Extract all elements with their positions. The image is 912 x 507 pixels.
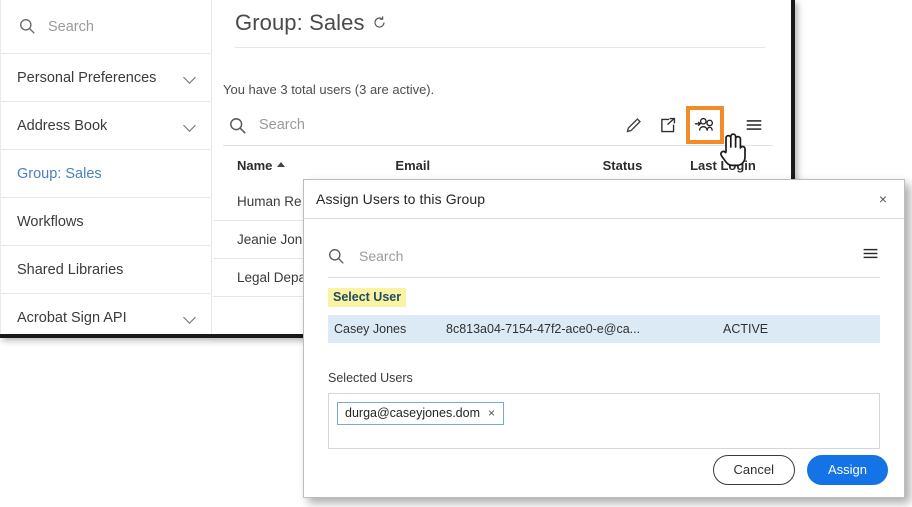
selected-users-field[interactable]: durga@caseyjones.dom × <box>328 393 880 449</box>
page-title-text: Group: Sales <box>235 10 365 35</box>
cancel-button[interactable]: Cancel <box>712 455 795 485</box>
dialog-body: Search Select User Casey Jones 8c813a04-… <box>304 235 904 449</box>
chevron-down-icon <box>183 71 197 85</box>
sidebar: Search Personal Preferences Address Book… <box>0 0 212 342</box>
users-search-placeholder: Search <box>259 117 305 133</box>
share-export-icon[interactable] <box>650 108 684 142</box>
sort-ascending-icon <box>277 162 286 167</box>
selected-user-chip[interactable]: durga@caseyjones.dom × <box>337 402 505 425</box>
dialog-search-row[interactable]: Search <box>328 235 880 278</box>
user-result-status: ACTIVE <box>723 322 769 336</box>
select-user-label-wrap: Select User <box>328 278 880 307</box>
sidebar-item-shared-libraries[interactable]: Shared Libraries <box>1 246 211 294</box>
hamburger-menu-icon[interactable] <box>737 108 771 142</box>
column-header-name[interactable]: Name <box>237 158 395 173</box>
search-icon <box>229 117 246 134</box>
assign-users-dialog: Assign Users to this Group × Search Sele… <box>303 179 905 498</box>
dialog-search-placeholder: Search <box>359 248 404 264</box>
user-result-email: 8c813a04-7154-47f2-ace0-e@ca... <box>446 322 641 336</box>
user-count-text: You have 3 total users (3 are active). <box>223 82 435 97</box>
sidebar-item-workflows[interactable]: Workflows <box>1 198 211 246</box>
sidebar-item-label: Shared Libraries <box>17 261 124 278</box>
search-icon <box>19 18 36 35</box>
refresh-icon[interactable] <box>372 10 387 36</box>
chevron-down-icon <box>183 119 197 133</box>
column-header-email[interactable]: Email <box>395 158 602 173</box>
chevron-down-icon <box>183 311 197 325</box>
sidebar-item-personal-preferences[interactable]: Personal Preferences <box>1 54 211 102</box>
sidebar-item-label: Group: Sales <box>17 165 102 182</box>
search-icon <box>328 248 345 265</box>
column-header-status[interactable]: Status <box>603 158 690 173</box>
assign-users-button[interactable] <box>686 106 724 144</box>
assign-users-icon <box>694 117 713 131</box>
sidebar-item-label: Workflows <box>17 213 84 230</box>
user-result-row[interactable]: Casey Jones 8c813a04-7154-47f2-ace0-e@ca… <box>328 315 880 343</box>
assign-button[interactable]: Assign <box>806 455 888 485</box>
sidebar-item-label: Personal Preferences <box>17 69 157 86</box>
column-header-name-label: Name <box>237 158 273 173</box>
sidebar-search[interactable]: Search <box>1 0 211 54</box>
sidebar-item-group-sales[interactable]: Group: Sales <box>1 150 211 198</box>
column-header-last-login[interactable]: Last Login <box>690 158 773 173</box>
dialog-title: Assign Users to this Group <box>316 191 486 207</box>
users-toolbar: Search <box>223 105 773 167</box>
dialog-footer: Cancel Assign <box>712 455 888 485</box>
selected-users-label: Selected Users <box>328 371 413 385</box>
hamburger-menu-icon[interactable] <box>861 244 880 268</box>
sidebar-item-address-book[interactable]: Address Book <box>1 102 211 150</box>
chip-label: durga@caseyjones.dom <box>345 406 480 420</box>
sidebar-item-label: Address Book <box>17 117 108 134</box>
user-result-name: Casey Jones <box>334 322 407 336</box>
sidebar-search-placeholder: Search <box>48 18 94 35</box>
sidebar-item-acrobat-sign-api[interactable]: Acrobat Sign API <box>1 294 211 342</box>
select-user-label: Select User <box>328 288 407 307</box>
close-icon[interactable]: × <box>874 190 892 208</box>
chip-remove-icon[interactable]: × <box>488 406 495 420</box>
table-header: Name Email Status Last Login <box>213 146 787 183</box>
dialog-header: Assign Users to this Group × <box>304 180 904 219</box>
page-title: Group: Sales <box>213 0 787 36</box>
sidebar-item-label: Acrobat Sign API <box>17 309 127 326</box>
edit-pencil-icon[interactable] <box>616 108 650 142</box>
